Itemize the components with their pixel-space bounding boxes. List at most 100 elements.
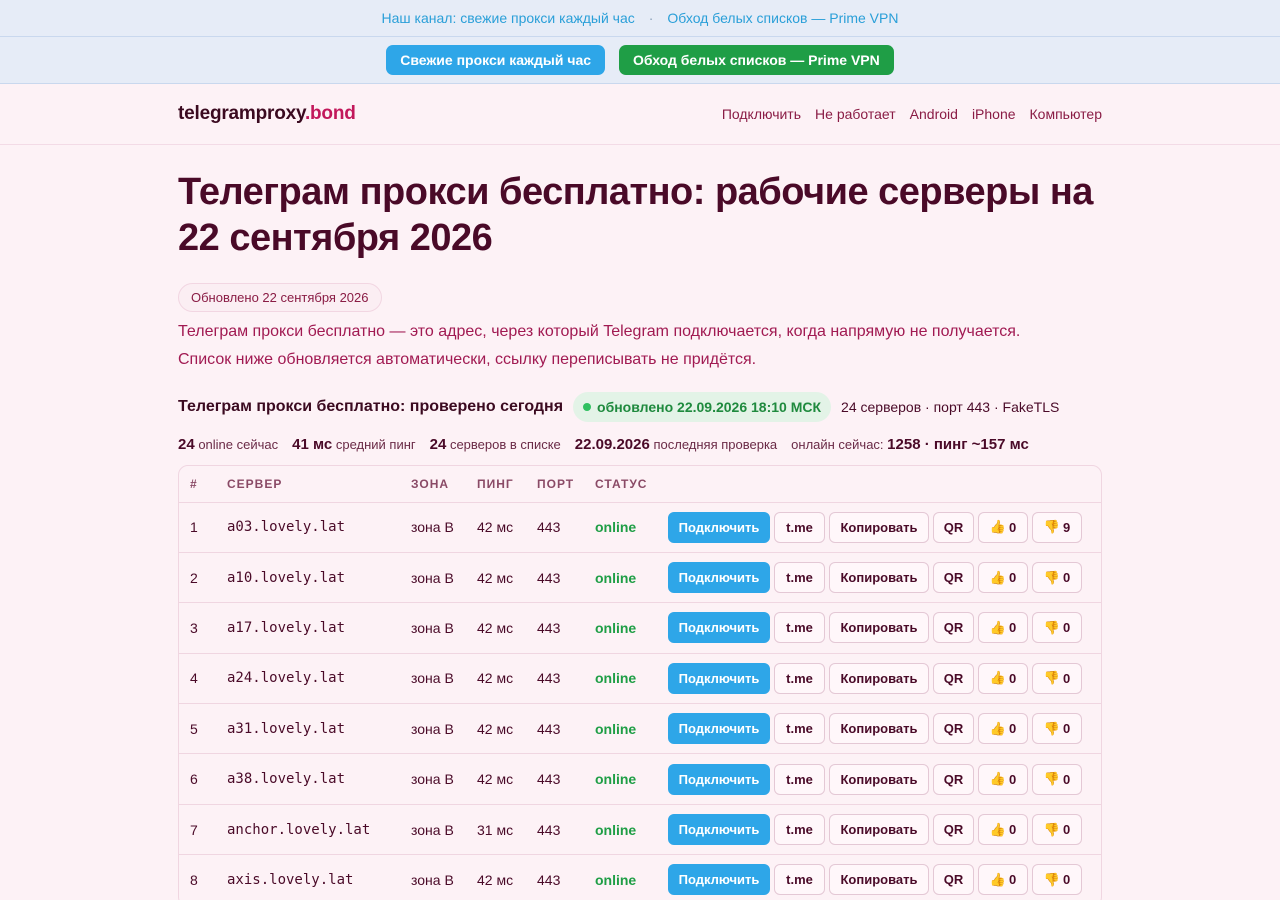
table-row: 8 axis.lovely.lat зона B 42 мс 443 online Подк… bbox=[179, 854, 1101, 900]
zone: зона B bbox=[400, 753, 466, 805]
qr-button[interactable]: QR bbox=[933, 511, 974, 543]
tme-button[interactable]: t.me bbox=[774, 864, 825, 896]
thumbs-down-icon: 👎 bbox=[1043, 871, 1060, 887]
tme-button[interactable]: t.me bbox=[774, 763, 825, 795]
ping: 42 мс bbox=[466, 653, 526, 705]
row-number: 1 bbox=[179, 502, 216, 553]
row-number: 5 bbox=[179, 703, 216, 755]
copy-button[interactable]: Копировать bbox=[829, 763, 929, 795]
dislike-button[interactable]: 👎 0 bbox=[1032, 713, 1082, 745]
table-header-row: # СЕРВЕР ЗОНА ПИНГ ПОРТ СТАТУС bbox=[179, 466, 1101, 503]
dislike-button[interactable]: 👎 0 bbox=[1032, 763, 1082, 795]
copy-button[interactable]: Копировать bbox=[829, 713, 929, 745]
nav-computer[interactable]: Компьютер bbox=[1030, 106, 1102, 122]
separator: · bbox=[648, 10, 654, 26]
qr-button[interactable]: QR bbox=[933, 612, 974, 644]
tme-button[interactable]: t.me bbox=[774, 612, 825, 644]
channel-link[interactable]: Наш канал: свежие прокси каждый час bbox=[382, 10, 635, 26]
qr-button[interactable]: QR bbox=[933, 814, 974, 846]
dislike-button[interactable]: 👎 0 bbox=[1032, 562, 1082, 594]
dislike-button[interactable]: 👎 0 bbox=[1032, 814, 1082, 846]
tme-button[interactable]: t.me bbox=[774, 713, 825, 745]
qr-button[interactable]: QR bbox=[933, 864, 974, 896]
port: 443 bbox=[526, 854, 584, 900]
thumbs-up-icon: 👍 bbox=[989, 619, 1006, 635]
dislike-count: 0 bbox=[1062, 670, 1071, 686]
status: online bbox=[584, 753, 657, 805]
stats-row: 24 online сейчас 41 мс средний пинг 24 с… bbox=[178, 436, 1102, 453]
like-button[interactable]: 👍 0 bbox=[978, 864, 1028, 896]
port: 443 bbox=[526, 753, 584, 805]
dislike-button[interactable]: 👎 0 bbox=[1032, 864, 1082, 896]
connect-button[interactable]: Подключить bbox=[668, 814, 770, 846]
col-zone: ЗОНА bbox=[400, 466, 466, 503]
ping: 42 мс bbox=[466, 854, 526, 900]
dislike-button[interactable]: 👎 9 bbox=[1032, 511, 1082, 543]
nav-iphone[interactable]: iPhone bbox=[972, 106, 1016, 122]
col-number: # bbox=[179, 466, 216, 503]
actions-cell: Подключить t.me Копировать QR 👍 0 👎 0 bbox=[657, 602, 1101, 654]
thumbs-up-icon: 👍 bbox=[989, 720, 1006, 736]
dislike-button[interactable]: 👎 0 bbox=[1032, 612, 1082, 644]
stat-servers: 24 серверов в списке bbox=[429, 436, 561, 453]
status-row: Телеграм прокси бесплатно: проверено сег… bbox=[178, 392, 1102, 422]
copy-button[interactable]: Копировать bbox=[829, 814, 929, 846]
like-button[interactable]: 👍 0 bbox=[978, 662, 1028, 694]
like-count: 0 bbox=[1008, 771, 1017, 787]
like-count: 0 bbox=[1008, 721, 1017, 737]
copy-button[interactable]: Копировать bbox=[829, 612, 929, 644]
status: online bbox=[584, 552, 657, 604]
server-address: a10.lovely.lat bbox=[216, 552, 400, 604]
connect-button[interactable]: Подключить bbox=[668, 612, 770, 644]
port: 443 bbox=[526, 502, 584, 553]
status-title: Телеграм прокси бесплатно: проверено сег… bbox=[178, 398, 564, 415]
like-count: 0 bbox=[1008, 570, 1017, 586]
table-row: 2 a10.lovely.lat зона B 42 мс 443 online Подкл… bbox=[179, 552, 1101, 604]
connect-button[interactable]: Подключить bbox=[668, 511, 770, 543]
connect-button[interactable]: Подключить bbox=[668, 763, 770, 795]
qr-button[interactable]: QR bbox=[933, 562, 974, 594]
col-ping: ПИНГ bbox=[466, 466, 526, 503]
vpn-link[interactable]: Обход белых списков — Prime VPN bbox=[667, 10, 898, 26]
tme-button[interactable]: t.me bbox=[774, 662, 825, 694]
server-address: a38.lovely.lat bbox=[216, 753, 400, 805]
servers-table: # СЕРВЕР ЗОНА ПИНГ ПОРТ СТАТУС 1 a03.love… bbox=[178, 465, 1102, 900]
like-button[interactable]: 👍 0 bbox=[978, 713, 1028, 745]
fresh-proxies-button[interactable]: Свежие прокси каждый час bbox=[386, 45, 606, 75]
tme-button[interactable]: t.me bbox=[774, 511, 825, 543]
copy-button[interactable]: Копировать bbox=[829, 662, 929, 694]
nav-connect[interactable]: Подключить bbox=[722, 106, 801, 122]
prime-vpn-button[interactable]: Обход белых списков — Prime VPN bbox=[619, 45, 894, 75]
like-button[interactable]: 👍 0 bbox=[978, 763, 1028, 795]
copy-button[interactable]: Копировать bbox=[829, 864, 929, 896]
qr-button[interactable]: QR bbox=[933, 713, 974, 745]
qr-button[interactable]: QR bbox=[933, 662, 974, 694]
connect-button[interactable]: Подключить bbox=[668, 864, 770, 896]
site-logo[interactable]: telegramproxy.bond bbox=[178, 103, 356, 125]
copy-button[interactable]: Копировать bbox=[829, 562, 929, 594]
connect-button[interactable]: Подключить bbox=[668, 662, 770, 694]
tme-button[interactable]: t.me bbox=[774, 562, 825, 594]
zone: зона B bbox=[400, 552, 466, 604]
zone: зона B bbox=[400, 854, 466, 900]
like-button[interactable]: 👍 0 bbox=[978, 814, 1028, 846]
qr-button[interactable]: QR bbox=[933, 763, 974, 795]
like-button[interactable]: 👍 0 bbox=[978, 562, 1028, 594]
nav-not-working[interactable]: Не работает bbox=[815, 106, 896, 122]
dislike-button[interactable]: 👎 0 bbox=[1032, 662, 1082, 694]
like-button[interactable]: 👍 0 bbox=[978, 612, 1028, 644]
zone: зона B bbox=[400, 804, 466, 856]
like-button[interactable]: 👍 0 bbox=[978, 511, 1028, 543]
thumbs-up-icon: 👍 bbox=[989, 771, 1006, 787]
copy-button[interactable]: Копировать bbox=[829, 511, 929, 543]
page-title: Телеграм прокси бесплатно: рабочие серве… bbox=[178, 171, 1093, 259]
tme-button[interactable]: t.me bbox=[774, 814, 825, 846]
dislike-count: 0 bbox=[1062, 771, 1071, 787]
connect-button[interactable]: Подключить bbox=[668, 713, 770, 745]
logo-tld: .bond bbox=[304, 103, 356, 124]
server-address: a17.lovely.lat bbox=[216, 602, 400, 654]
nav-android[interactable]: Android bbox=[910, 106, 958, 122]
connect-button[interactable]: Подключить bbox=[668, 562, 770, 594]
col-actions bbox=[657, 466, 1101, 503]
row-number: 7 bbox=[179, 804, 216, 856]
